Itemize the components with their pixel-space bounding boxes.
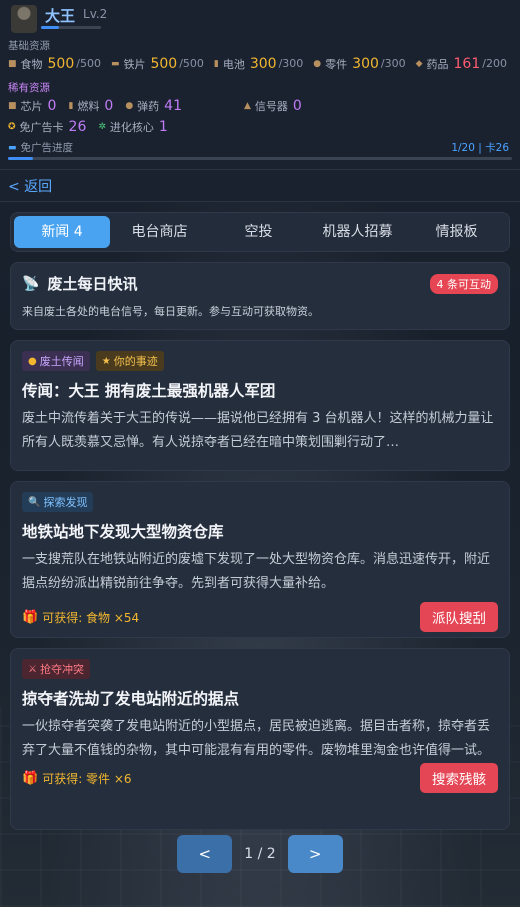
resource-medicine: ◆ 药品 161 /200: [415, 55, 507, 72]
news-body: 废土中流传着关于大王的传说——据说他已经拥有 3 台机器人！这样的机械力量让所有…: [22, 411, 494, 450]
send-team-button[interactable]: 派队搜刮: [420, 602, 498, 632]
news-body: 一支搜荒队在地铁站附近的废墟下发现了一处大型物资仓库。消息迅速传开，附近据点纷纷…: [22, 552, 491, 591]
tab-robot-recruit[interactable]: 机器人招募: [308, 216, 407, 248]
battery-icon: ▮: [213, 58, 219, 69]
resource-battery: ▮ 电池 300 /300: [213, 55, 304, 72]
daily-news-intro: 📡 废土每日快讯 4 条可互动 来自废土各处的电台信号，每日更新。参与互动可获取…: [10, 262, 510, 330]
news-body: 一伙掠夺者突袭了发电站附近的小型据点，居民被迫逃离。据目击者称，掠夺者丢弃了大量…: [22, 719, 491, 758]
resource-evo-core: ✲ 进化核心 1: [98, 118, 168, 135]
player-avatar[interactable]: [11, 5, 37, 33]
news-title: 掠夺者洗劫了发电站附近的据点: [22, 690, 240, 708]
rare-resources-row-2: ✪ 免广告卡 26 ✲ 进化核心 1: [8, 116, 512, 137]
rare-resources-label: 稀有资源: [8, 82, 50, 94]
page-indicator: 1 / 2: [244, 846, 276, 862]
ad-progress-icon: ▬: [8, 142, 17, 153]
resource-signal: ▲ 信号器 0: [244, 97, 302, 114]
satellite-icon: 📡: [22, 275, 40, 292]
basic-resources-row: ■ 食物 500 /500 ▬ 铁片 500 /500 ▮ 电池 300 /30…: [8, 53, 512, 74]
basic-resources-label: 基础资源: [8, 40, 50, 52]
pagination: < 1 / 2 >: [0, 835, 520, 873]
bulb-icon: ●: [28, 355, 37, 367]
player-level: Lv.2: [83, 7, 108, 21]
star-icon: ★: [101, 355, 111, 367]
xp-bar: [41, 26, 101, 29]
intro-title: 废土每日快讯: [47, 275, 138, 293]
reward-info: 🎁 可获得: 食物 ×54: [22, 609, 140, 625]
fuel-icon: ▮: [68, 100, 74, 111]
ad-progress-value: 1/20 | 卡26: [451, 142, 509, 154]
tab-intel-board[interactable]: 情报板: [407, 216, 506, 248]
resource-food: ■ 食物 500 /500: [8, 55, 101, 72]
core-icon: ✲: [98, 121, 106, 132]
crossed-swords-icon: ⚔: [28, 663, 37, 675]
player-name: 大王: [45, 7, 76, 25]
search-wreckage-button[interactable]: 搜索残骸: [420, 763, 498, 793]
medicine-icon: ◆: [415, 58, 423, 69]
reward-info: 🎁 可获得: 零件 ×6: [22, 770, 132, 786]
tag-rumor: ● 废土传闻: [22, 351, 90, 371]
news-card: ● 废土传闻 ★ 你的事迹 传闻：大王 拥有废土最强机器人军团 废土中流传着关于大王…: [10, 340, 510, 471]
ammo-icon: ●: [125, 100, 134, 111]
resource-fuel: ▮ 燃料 0: [68, 97, 114, 114]
tag-discovery: 🔍 探索发现: [22, 492, 94, 512]
news-card: ⚔ 抢夺冲突 掠夺者洗劫了发电站附近的据点 一伙掠夺者突袭了发电站附近的小型据点，…: [10, 648, 510, 830]
prev-page-button[interactable]: <: [177, 835, 233, 873]
resource-chip: ■ 芯片 0: [8, 97, 57, 114]
rare-resources-row-1: ■ 芯片 0 ▮ 燃料 0 ● 弹药 41 ▲ 信号器 0: [8, 95, 512, 116]
resource-ad-card: ✪ 免广告卡 26: [8, 118, 87, 135]
interactive-count-badge: 4 条可互动: [429, 273, 498, 294]
status-header: 大王 Lv.2 基础资源 ■ 食物 500 /500 ▬ 铁片 500 /500…: [0, 0, 520, 170]
news-title: 传闻：大王 拥有废土最强机器人军团: [22, 382, 276, 400]
ad-progress-bar: [8, 157, 512, 160]
parts-icon: ●: [313, 58, 322, 69]
news-title: 地铁站地下发现大型物资仓库: [22, 523, 224, 541]
magnifier-icon: 🔍: [28, 496, 41, 508]
tab-radio-shop[interactable]: 电台商店: [110, 216, 209, 248]
tab-bar: 新闻 4 电台商店 空投 机器人招募 情报板: [10, 212, 510, 252]
tag-your-deeds: ★ 你的事迹: [95, 351, 164, 371]
gift-icon: 🎁: [22, 609, 39, 625]
player-info: 大王 Lv.2: [8, 4, 512, 36]
tag-conflict: ⚔ 抢夺冲突: [22, 659, 90, 679]
ad-progress: ▬ 免广告进度 1/20 | 卡26: [8, 140, 512, 155]
ad-card-icon: ✪: [8, 121, 16, 132]
resource-ammo: ● 弹药 41: [125, 97, 182, 114]
back-button[interactable]: < 返回: [0, 170, 520, 202]
resource-parts: ● 零件 300 /300: [313, 55, 406, 72]
news-card: 🔍 探索发现 地铁站地下发现大型物资仓库 一支搜荒队在地铁站附近的废墟下发现了一处…: [10, 481, 510, 638]
chip-icon: ■: [8, 100, 17, 111]
next-page-button[interactable]: >: [287, 835, 343, 873]
intro-description: 来自废土各处的电台信号，每日更新。参与互动可获取物资。: [22, 305, 319, 318]
iron-icon: ▬: [110, 58, 120, 69]
tab-airdrop[interactable]: 空投: [209, 216, 308, 248]
resource-iron: ▬ 铁片 500 /500: [110, 55, 204, 72]
food-icon: ■: [8, 58, 17, 69]
tab-news[interactable]: 新闻 4: [14, 216, 110, 248]
signal-icon: ▲: [244, 100, 251, 111]
gift-icon: 🎁: [22, 770, 39, 786]
